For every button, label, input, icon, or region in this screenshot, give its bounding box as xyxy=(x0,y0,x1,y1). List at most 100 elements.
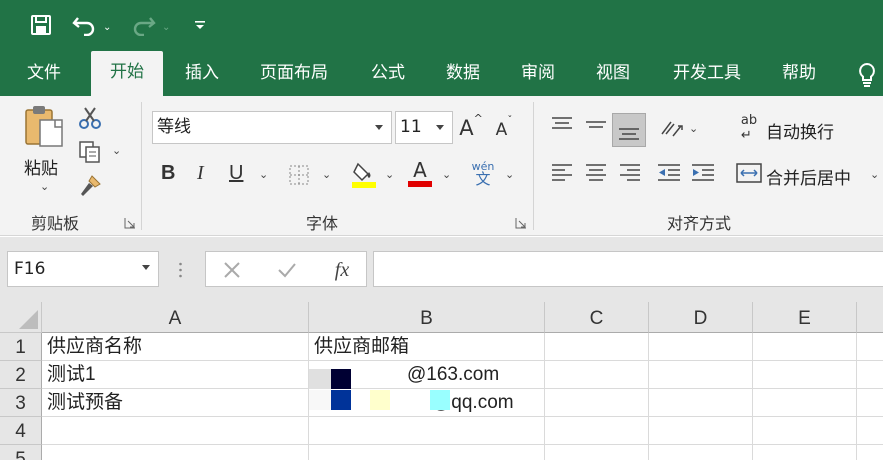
cell-d4[interactable] xyxy=(649,417,753,445)
cell-f4[interactable] xyxy=(857,417,883,445)
cell-a2[interactable]: 测试1 xyxy=(42,361,309,389)
wrap-text-button[interactable]: 自动换行 xyxy=(766,118,834,143)
column-header-d[interactable]: D xyxy=(649,302,753,333)
italic-button[interactable]: I xyxy=(197,162,204,185)
insert-function-icon[interactable]: fx xyxy=(330,257,354,283)
column-header-f[interactable] xyxy=(857,302,883,333)
orientation-icon[interactable] xyxy=(659,116,685,140)
font-color-icon[interactable]: A xyxy=(408,158,432,188)
row-header-1[interactable]: 1 xyxy=(0,333,42,361)
increase-font-size-icon[interactable]: A ^ xyxy=(459,112,483,142)
cell-f3[interactable] xyxy=(857,389,883,417)
more-icon[interactable] xyxy=(179,261,182,279)
cell-f2[interactable] xyxy=(857,361,883,389)
cell-f1[interactable] xyxy=(857,333,883,361)
cell-d1[interactable] xyxy=(649,333,753,361)
borders-dropdown-icon[interactable]: ⌄ xyxy=(322,168,331,181)
decrease-indent-icon[interactable] xyxy=(657,162,681,184)
wrap-text-icon[interactable]: ab ↵ xyxy=(738,113,760,143)
lightbulb-icon[interactable] xyxy=(857,62,877,92)
tab-data[interactable]: 数据 xyxy=(435,50,491,96)
copy-icon[interactable] xyxy=(78,140,102,164)
cell-c5[interactable] xyxy=(545,445,649,460)
cell-c1[interactable] xyxy=(545,333,649,361)
cell-d3[interactable] xyxy=(649,389,753,417)
row-header-2[interactable]: 2 xyxy=(0,361,42,389)
phonetic-guide-icon[interactable]: wén 文 xyxy=(470,158,496,188)
cell-c4[interactable] xyxy=(545,417,649,445)
row-header-4[interactable]: 4 xyxy=(0,417,42,445)
tab-review[interactable]: 审阅 xyxy=(510,50,566,96)
cell-d2[interactable] xyxy=(649,361,753,389)
row-header-5[interactable]: 5 xyxy=(0,445,42,460)
fill-color-icon[interactable] xyxy=(352,160,376,188)
phonetic-dropdown-icon[interactable]: ⌄ xyxy=(505,168,514,181)
cell-b1[interactable]: 供应商邮箱 xyxy=(309,333,545,361)
column-header-e[interactable]: E xyxy=(753,302,857,333)
format-painter-icon[interactable] xyxy=(78,174,102,198)
cell-e5[interactable] xyxy=(753,445,857,460)
fill-color-dropdown-icon[interactable]: ⌄ xyxy=(385,168,394,181)
paste-icon[interactable] xyxy=(22,104,66,150)
top-align-icon[interactable] xyxy=(551,116,573,134)
cell-d5[interactable] xyxy=(649,445,753,460)
merge-center-button[interactable]: 合并后居中 xyxy=(766,164,851,189)
tab-insert[interactable]: 插入 xyxy=(174,50,230,96)
cell-b4[interactable] xyxy=(309,417,545,445)
orientation-dropdown-icon[interactable]: ⌄ xyxy=(689,122,698,135)
copy-dropdown-icon[interactable]: ⌄ xyxy=(112,144,121,157)
column-header-a[interactable]: A xyxy=(42,302,309,333)
align-left-icon[interactable] xyxy=(551,162,573,184)
merge-dropdown-icon[interactable]: ⌄ xyxy=(870,168,879,181)
cell-e2[interactable] xyxy=(753,361,857,389)
increase-indent-icon[interactable] xyxy=(691,162,715,184)
align-right-icon[interactable] xyxy=(619,162,641,184)
cell-e1[interactable] xyxy=(753,333,857,361)
font-launcher-icon[interactable] xyxy=(515,214,527,229)
cell-a3[interactable]: 测试预备 xyxy=(42,389,309,417)
font-size-dropdown[interactable]: 11 xyxy=(395,111,453,144)
cell-a1[interactable]: 供应商名称 xyxy=(42,333,309,361)
tab-help[interactable]: 帮助 xyxy=(771,50,827,96)
column-header-c[interactable]: C xyxy=(545,302,649,333)
tab-formulas[interactable]: 公式 xyxy=(360,50,416,96)
cancel-icon[interactable] xyxy=(222,260,242,280)
tab-home[interactable]: 开始 xyxy=(91,51,163,96)
align-center-icon[interactable] xyxy=(585,162,607,184)
middle-align-icon[interactable] xyxy=(585,118,607,136)
underline-dropdown-icon[interactable]: ⌄ xyxy=(259,168,268,181)
cell-b5[interactable] xyxy=(309,445,545,460)
merge-center-icon[interactable] xyxy=(736,162,762,184)
clipboard-launcher-icon[interactable] xyxy=(124,214,136,229)
underline-button[interactable]: U xyxy=(229,162,243,185)
cell-a4[interactable] xyxy=(42,417,309,445)
formula-input[interactable] xyxy=(373,251,883,287)
undo-icon[interactable] xyxy=(72,10,98,40)
paste-button-label[interactable]: 粘贴 xyxy=(24,154,58,179)
tab-page-layout[interactable]: 页面布局 xyxy=(248,50,340,96)
save-icon[interactable] xyxy=(30,10,52,40)
font-name-dropdown[interactable]: 等线 xyxy=(152,111,392,144)
paste-dropdown-icon[interactable]: ⌄ xyxy=(40,180,49,193)
undo-dropdown-icon[interactable]: ⌄ xyxy=(103,12,111,42)
cell-c3[interactable] xyxy=(545,389,649,417)
cell-a5[interactable] xyxy=(42,445,309,460)
bottom-align-button[interactable] xyxy=(612,113,646,147)
borders-icon[interactable] xyxy=(288,164,310,186)
row-header-3[interactable]: 3 xyxy=(0,389,42,417)
cell-e3[interactable] xyxy=(753,389,857,417)
enter-icon[interactable] xyxy=(276,260,298,280)
select-all-button[interactable] xyxy=(0,302,42,333)
bold-button[interactable]: B xyxy=(161,162,175,185)
cell-e4[interactable] xyxy=(753,417,857,445)
customize-toolbar-icon[interactable] xyxy=(194,10,206,40)
cut-icon[interactable] xyxy=(78,106,102,130)
tab-view[interactable]: 视图 xyxy=(585,50,641,96)
decrease-font-size-icon[interactable]: Aˇ xyxy=(492,115,516,144)
cell-f5[interactable] xyxy=(857,445,883,460)
tab-developer[interactable]: 开发工具 xyxy=(661,50,753,96)
tab-file[interactable]: 文件 xyxy=(14,50,74,96)
name-box[interactable]: F16 xyxy=(7,251,159,287)
font-color-dropdown-icon[interactable]: ⌄ xyxy=(442,168,451,181)
column-header-b[interactable]: B xyxy=(309,302,545,333)
